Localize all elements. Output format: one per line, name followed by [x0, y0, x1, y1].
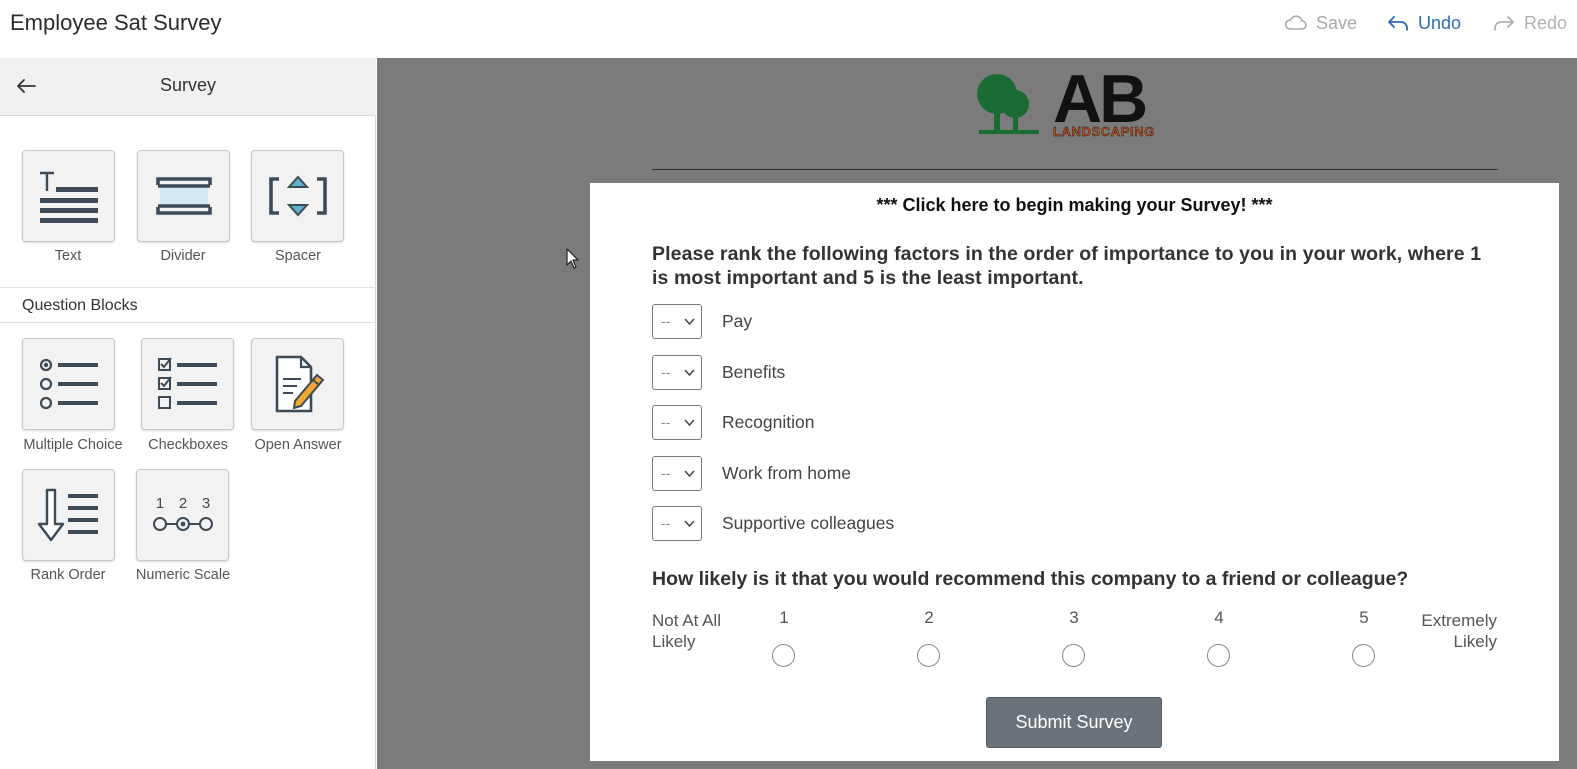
scale-radio-1[interactable] [772, 644, 795, 667]
rank-item: -- Benefits [652, 354, 785, 390]
rank-select[interactable]: -- [652, 505, 702, 541]
question-blocks-heading: Question Blocks [0, 287, 376, 323]
rank-item-label: Benefits [722, 361, 786, 382]
chevron-down-icon [684, 418, 695, 426]
sidebar: Survey Text Divider Spacer Question Bloc… [0, 58, 376, 769]
redo-icon [1494, 16, 1514, 31]
rank-item: -- Supportive colleagues [652, 505, 894, 541]
scale-radio-5[interactable] [1352, 644, 1375, 667]
divider-block-label: Divider [160, 248, 206, 264]
scale-digit-1: 1 [155, 495, 163, 512]
save-button[interactable]: Save [1284, 12, 1357, 34]
undo-button[interactable]: Undo [1386, 12, 1461, 34]
scale-radio-2[interactable] [917, 644, 940, 667]
rank-order-tile[interactable] [22, 469, 115, 561]
redo-button[interactable]: Redo [1492, 12, 1567, 34]
sidebar-header: Survey [0, 58, 376, 116]
undo-label: Undo [1418, 12, 1462, 33]
scale-low-label: Not At All Likely [652, 611, 721, 651]
chevron-down-icon [684, 519, 695, 527]
chevron-down-icon [684, 317, 695, 325]
rank-item: -- Recognition [652, 404, 814, 440]
scale-high-label: Extremely Likely [1421, 611, 1497, 651]
redo-label: Redo [1524, 12, 1568, 33]
rank-item: -- Pay [652, 303, 752, 339]
text-block-label: Text [54, 248, 82, 264]
survey-form: *** Click here to begin making your Surv… [590, 183, 1559, 761]
scale-radio-3[interactable] [1062, 644, 1085, 667]
divider-block-icon [155, 177, 212, 215]
undo-icon [1388, 16, 1408, 31]
cloud-icon [1284, 15, 1307, 30]
company-logo: AB LANDSCAPING [977, 61, 1177, 142]
app-title: Employee Sat Survey [10, 10, 222, 35]
sidebar-title: Survey [159, 75, 217, 95]
text-block-tile[interactable] [22, 150, 115, 242]
scale-number: 1 [779, 608, 789, 627]
mouse-cursor-icon [566, 248, 579, 269]
rank-item-label: Recognition [722, 411, 815, 432]
rank-select[interactable]: -- [652, 354, 702, 390]
scale-number: 3 [1069, 608, 1079, 627]
multiple-choice-tile[interactable] [22, 338, 115, 430]
scale-number: 4 [1214, 608, 1224, 627]
logo-sub-text: LANDSCAPING [1053, 124, 1155, 139]
begin-survey-prompt[interactable]: *** Click here to begin making your Surv… [590, 195, 1559, 216]
divider-block-tile[interactable] [137, 150, 230, 242]
open-answer-icon [275, 355, 324, 413]
scale-number: 2 [924, 608, 934, 627]
multiple-choice-label: Multiple Choice [23, 437, 123, 453]
rank-item-label: Pay [722, 310, 753, 331]
rank-select[interactable]: -- [652, 303, 702, 339]
save-label: Save [1316, 12, 1358, 33]
rank-item: -- Work from home [652, 455, 851, 491]
top-bar: Employee Sat Survey Save Undo Redo [0, 0, 1577, 58]
rank-select[interactable]: -- [652, 455, 702, 491]
numeric-scale-icon: 1 2 3 [152, 495, 213, 531]
rank-order-icon [37, 488, 98, 542]
rank-question-text: Please rank the following factors in the… [652, 243, 1482, 289]
open-answer-tile[interactable] [251, 338, 344, 430]
spacer-block-tile[interactable] [251, 150, 344, 242]
spacer-block-label: Spacer [275, 248, 321, 264]
recommend-question-text: How likely is it that you would recommen… [652, 568, 1409, 590]
submit-survey-button[interactable]: Submit Survey [986, 697, 1162, 748]
chevron-down-icon [684, 368, 695, 376]
rank-item-label: Supportive colleagues [722, 512, 895, 533]
checkboxes-label: Checkboxes [148, 437, 228, 453]
numeric-scale-tile[interactable]: 1 2 3 [136, 469, 229, 561]
open-answer-label: Open Answer [254, 437, 342, 453]
chevron-down-icon [684, 469, 695, 477]
scale-digit-2: 2 [178, 495, 186, 512]
rank-item-label: Work from home [722, 462, 852, 483]
scale-number: 5 [1359, 608, 1369, 627]
rank-order-label: Rank Order [30, 567, 106, 583]
checkboxes-tile[interactable] [141, 338, 234, 430]
numeric-scale-label: Numeric Scale [135, 567, 231, 583]
tree-logo-icon: AB LANDSCAPING [977, 61, 1155, 139]
spacer-block-icon [268, 175, 327, 217]
multiple-choice-icon [39, 358, 98, 410]
checkboxes-icon [157, 357, 217, 409]
scale-digit-3: 3 [201, 495, 209, 512]
header-divider [652, 169, 1498, 170]
scale-radio-4[interactable] [1207, 644, 1230, 667]
rank-select[interactable]: -- [652, 404, 702, 440]
text-block-icon [39, 171, 98, 223]
